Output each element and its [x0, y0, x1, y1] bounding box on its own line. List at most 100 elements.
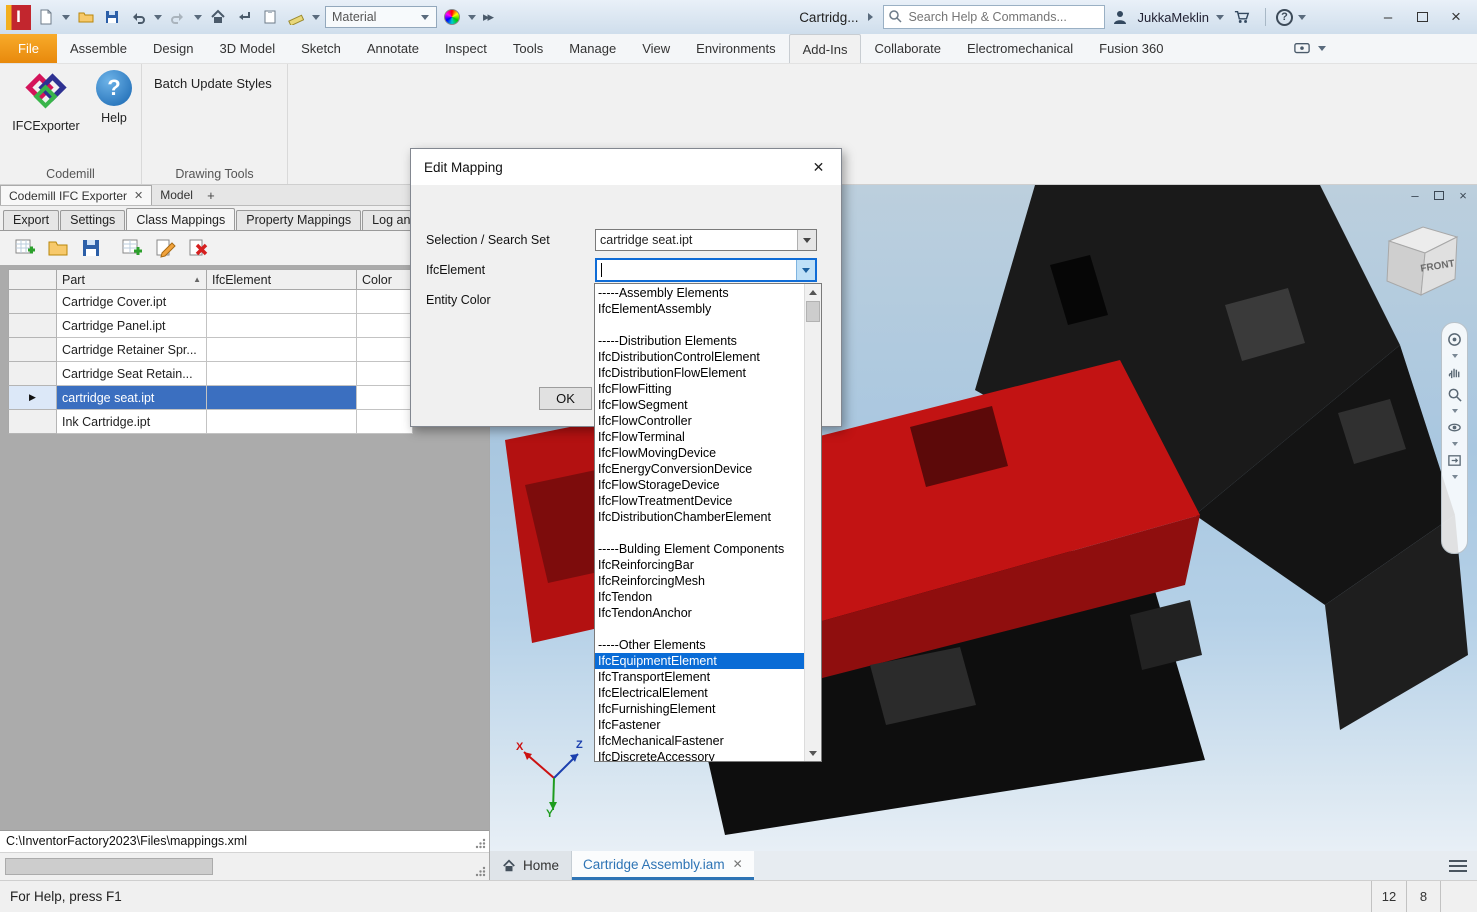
- ribbon-tab[interactable]: Manage: [556, 34, 629, 63]
- ribbon-help-button[interactable]: ? Help: [92, 70, 136, 125]
- save-icon[interactable]: [101, 6, 123, 28]
- dropdown-item[interactable]: -----Bulding Element Components: [595, 541, 804, 557]
- dropdown-item[interactable]: IfcReinforcingMesh: [595, 573, 804, 589]
- row-header-cell[interactable]: ▶: [8, 386, 57, 410]
- clipboard-icon[interactable]: [259, 6, 281, 28]
- dropdown-item[interactable]: [595, 317, 804, 333]
- ribbon-tab[interactable]: File: [0, 34, 57, 63]
- delete-mapping-button[interactable]: [187, 237, 209, 259]
- dropdown-item[interactable]: IfcTendon: [595, 589, 804, 605]
- ifcelement-dropdown-button[interactable]: [796, 260, 815, 280]
- dropdown-item[interactable]: IfcFlowTreatmentDevice: [595, 493, 804, 509]
- doc-tab-close-icon[interactable]: ✕: [733, 857, 743, 871]
- color-cell[interactable]: [357, 290, 413, 314]
- user-dropdown-caret[interactable]: [1216, 15, 1224, 20]
- dropdown-item[interactable]: IfcFurnishingElement: [595, 701, 804, 717]
- measure-dropdown-caret[interactable]: [312, 15, 320, 20]
- customize-toolbar-chevrons[interactable]: ▸▸: [481, 9, 494, 25]
- dropdown-item[interactable]: IfcFlowTerminal: [595, 429, 804, 445]
- column-header-part[interactable]: Part ▲: [57, 269, 207, 290]
- ribbon-tab[interactable]: View: [629, 34, 683, 63]
- dock-tab-model[interactable]: Model: [152, 185, 201, 205]
- dropdown-item[interactable]: -----Distribution Elements: [595, 333, 804, 349]
- dialog-title-bar[interactable]: Edit Mapping: [411, 149, 841, 185]
- material-select[interactable]: Material: [325, 6, 437, 28]
- dropdown-item[interactable]: IfcDistributionControlElement: [595, 349, 804, 365]
- add-mapping-button[interactable]: [121, 237, 143, 259]
- save-mappings-button[interactable]: [80, 237, 102, 259]
- ribbon-tab[interactable]: Add-Ins: [789, 34, 862, 63]
- ribbon-tab[interactable]: Inspect: [432, 34, 500, 63]
- measure-icon[interactable]: [285, 6, 307, 28]
- dropdown-item[interactable]: IfcFastener: [595, 717, 804, 733]
- ifcelement-cell[interactable]: [207, 314, 357, 338]
- color-cell[interactable]: [357, 314, 413, 338]
- zoom-caret[interactable]: [1452, 409, 1458, 413]
- user-name[interactable]: JukkaMeklin: [1137, 10, 1209, 25]
- display-settings-icon[interactable]: [1291, 38, 1313, 60]
- tab-home[interactable]: Home: [490, 851, 572, 880]
- dropdown-item[interactable]: IfcDiscreteAccessory: [595, 749, 804, 761]
- inner-tab[interactable]: Class Mappings: [126, 208, 235, 230]
- selection-dropdown-button[interactable]: [797, 230, 816, 250]
- dropdown-item[interactable]: -----Assembly Elements: [595, 285, 804, 301]
- dropdown-scrollbar[interactable]: [804, 284, 821, 761]
- ribbon-tab[interactable]: Fusion 360: [1086, 34, 1176, 63]
- dropdown-item[interactable]: IfcDistributionChamberElement: [595, 509, 804, 525]
- inner-tab[interactable]: Property Mappings: [236, 210, 361, 230]
- zoom-icon[interactable]: [1447, 387, 1462, 402]
- dropdown-item[interactable]: IfcMechanicalFastener: [595, 733, 804, 749]
- dropdown-item[interactable]: IfcFlowFitting: [595, 381, 804, 397]
- close-button[interactable]: ×: [1441, 4, 1471, 30]
- scroll-up-icon[interactable]: [805, 284, 821, 300]
- dropdown-item[interactable]: IfcFlowSegment: [595, 397, 804, 413]
- selection-search-set-select[interactable]: cartridge seat.ipt: [595, 229, 817, 251]
- look-at-caret[interactable]: [1452, 475, 1458, 479]
- row-header-cell[interactable]: ▶: [8, 338, 57, 362]
- tab-cartridge-assembly[interactable]: Cartridge Assembly.iam ✕: [572, 851, 754, 880]
- maximize-button[interactable]: [1407, 4, 1437, 30]
- new-file-icon[interactable]: [35, 6, 57, 28]
- ribbon-tab[interactable]: Tools: [500, 34, 556, 63]
- part-cell[interactable]: Cartridge Cover.ipt: [57, 290, 207, 314]
- part-cell[interactable]: Cartridge Seat Retain...: [57, 362, 207, 386]
- part-cell[interactable]: cartridge seat.ipt: [57, 386, 207, 410]
- ifcelement-cell[interactable]: [207, 386, 357, 410]
- minimize-button[interactable]: –: [1373, 4, 1403, 30]
- home-icon[interactable]: [207, 6, 229, 28]
- ifcelement-cell[interactable]: [207, 338, 357, 362]
- orbit-caret[interactable]: [1452, 442, 1458, 446]
- dropdown-item[interactable]: IfcReinforcingBar: [595, 557, 804, 573]
- dock-tab-codemill[interactable]: Codemill IFC Exporter ✕: [0, 185, 152, 205]
- scroll-down-icon[interactable]: [805, 745, 821, 761]
- pan-icon[interactable]: [1447, 365, 1462, 380]
- color-cell[interactable]: [357, 410, 413, 434]
- new-file-dropdown-caret[interactable]: [62, 15, 70, 20]
- look-at-icon[interactable]: [1447, 453, 1462, 468]
- ribbon-tab[interactable]: Assemble: [57, 34, 140, 63]
- cart-icon[interactable]: [1229, 6, 1255, 28]
- part-cell[interactable]: Ink Cartridge.ipt: [57, 410, 207, 434]
- user-icon[interactable]: [1109, 6, 1131, 28]
- dropdown-item[interactable]: IfcDistributionFlowElement: [595, 365, 804, 381]
- tab-list-menu-icon[interactable]: [1449, 857, 1467, 875]
- dropdown-item[interactable]: [595, 525, 804, 541]
- dropdown-item[interactable]: IfcElementAssembly: [595, 301, 804, 317]
- open-mappings-button[interactable]: [47, 237, 69, 259]
- color-cell[interactable]: [357, 386, 413, 410]
- ribbon-tab[interactable]: Design: [140, 34, 206, 63]
- view-cube[interactable]: FRONT: [1371, 207, 1463, 303]
- part-cell[interactable]: Cartridge Panel.ipt: [57, 314, 207, 338]
- orbit-icon[interactable]: [1447, 420, 1462, 435]
- inner-tab[interactable]: Settings: [60, 210, 125, 230]
- ribbon-tab[interactable]: 3D Model: [207, 34, 289, 63]
- ifc-exporter-button[interactable]: IFCExporter: [8, 70, 84, 133]
- scrollbar-thumb[interactable]: [5, 858, 213, 875]
- ifcelement-cell[interactable]: [207, 290, 357, 314]
- batch-update-styles-button[interactable]: Batch Update Styles: [150, 74, 276, 93]
- dropdown-item[interactable]: IfcFlowController: [595, 413, 804, 429]
- row-header-cell[interactable]: ▶: [8, 410, 57, 434]
- doc-close-button[interactable]: ×: [1455, 187, 1471, 203]
- dropdown-scrollbar-thumb[interactable]: [806, 301, 820, 322]
- help-dropdown-caret[interactable]: [1298, 15, 1306, 20]
